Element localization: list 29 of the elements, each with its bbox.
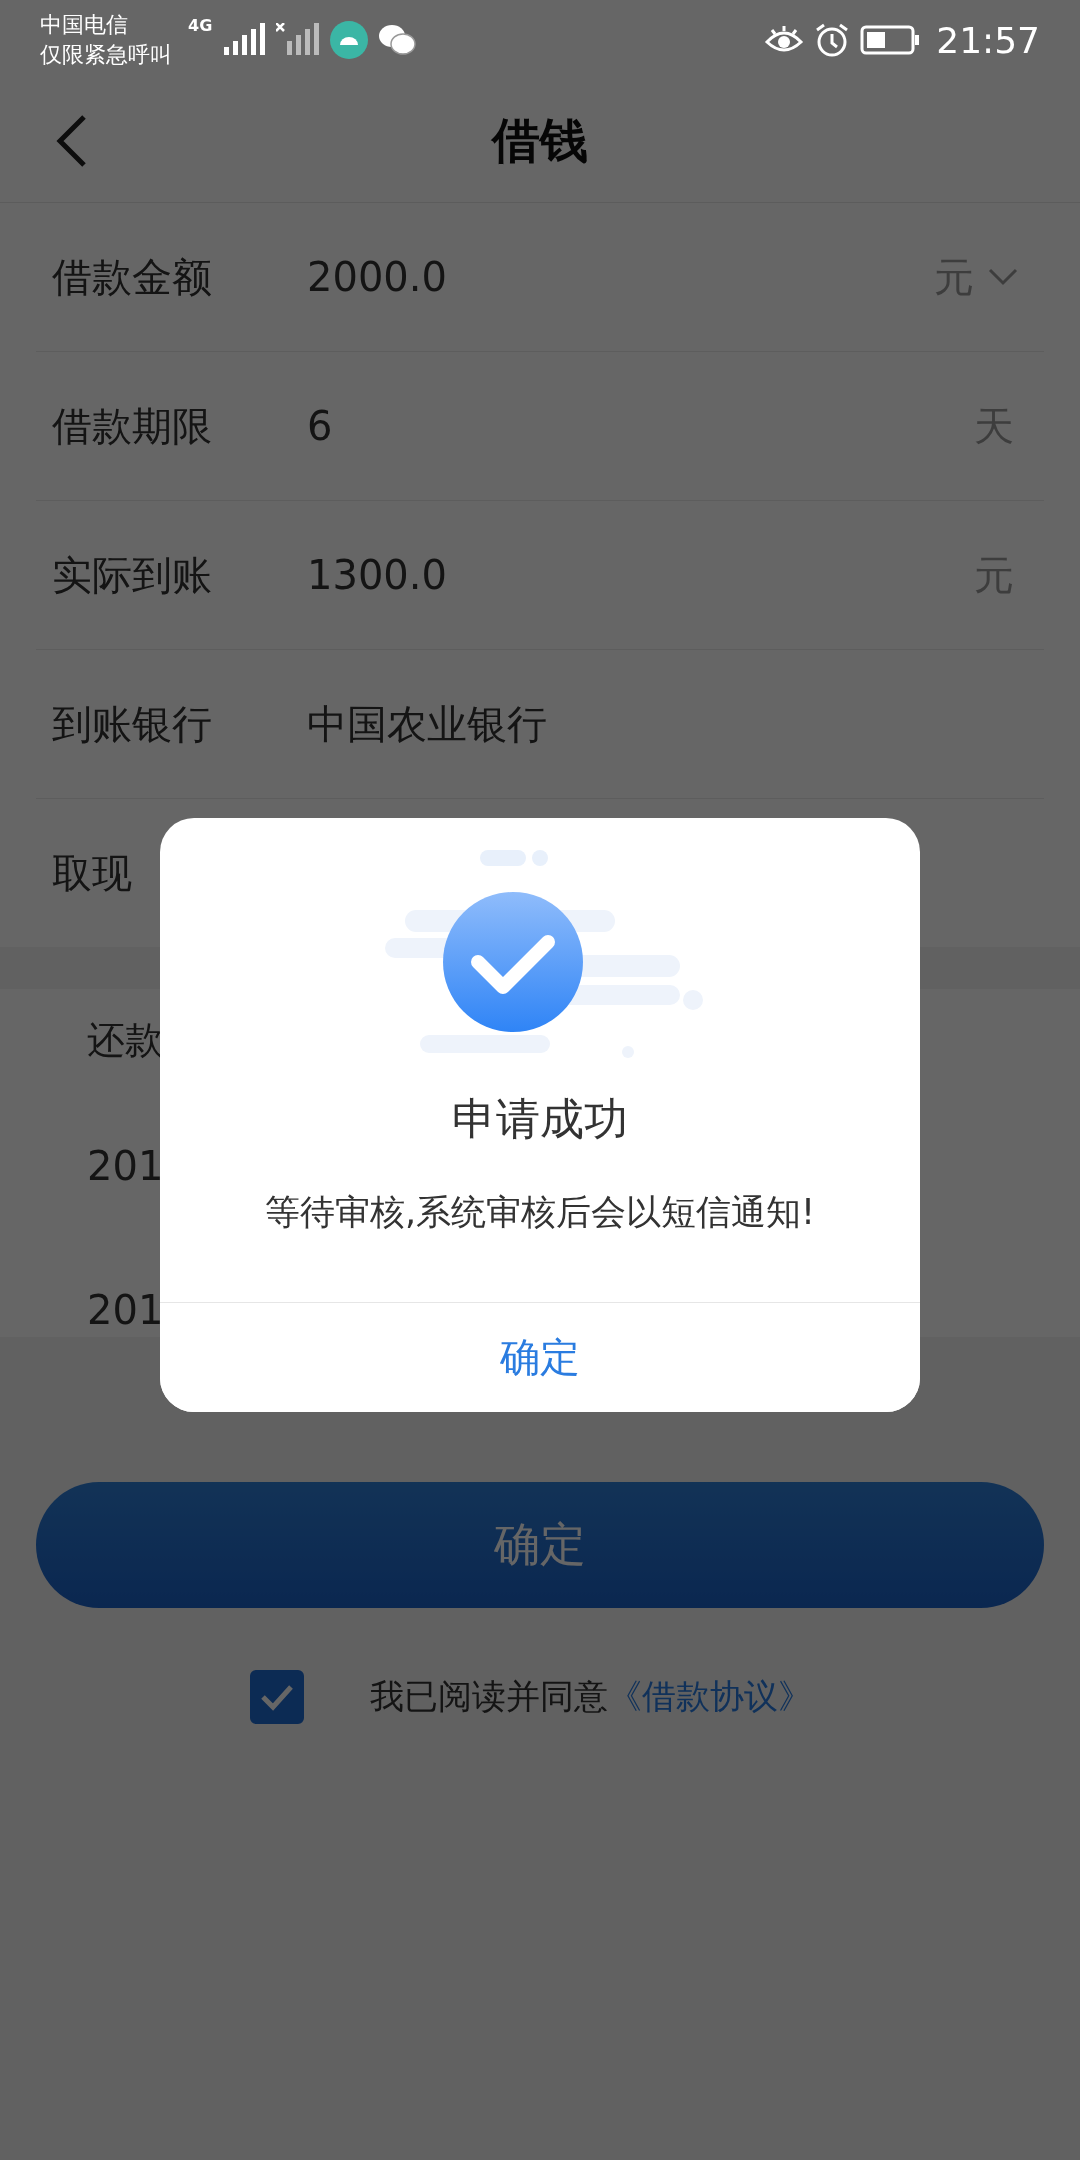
agreement-text: 我已阅读并同意 xyxy=(370,1675,608,1718)
field-label: 实际到账 xyxy=(52,550,213,600)
field-label: 借款金额 xyxy=(52,252,213,302)
section-title: 还款 xyxy=(87,1017,163,1064)
dialog-message: 等待审核,系统审核后会以短信通知! xyxy=(264,1191,816,1234)
checkbox[interactable] xyxy=(250,1670,304,1724)
field-label: 到账银行 xyxy=(52,699,213,749)
field-value: 6 xyxy=(307,403,333,449)
android-icon xyxy=(330,21,369,59)
battery-icon xyxy=(860,25,921,55)
chat-icon xyxy=(378,23,417,57)
field-label: 借款期限 xyxy=(52,401,213,451)
agreement-link[interactable]: 《借款协议》 xyxy=(608,1674,812,1720)
carrier-name: 中国电信 xyxy=(40,11,129,39)
field-label: 取现 xyxy=(52,848,133,898)
repayment-date: 201 xyxy=(87,1142,164,1191)
dialog-confirm-button[interactable]: 确定 xyxy=(160,1302,920,1412)
confirm-button[interactable]: 确定 xyxy=(36,1482,1044,1608)
page-title: 借钱 xyxy=(492,111,588,170)
field-value: 1300.0 xyxy=(307,552,447,598)
signal-icon xyxy=(222,23,267,57)
field-value: 中国农业银行 xyxy=(307,699,547,749)
field-value: 2000.0 xyxy=(307,254,447,300)
network-type: 4G xyxy=(188,16,213,35)
chevron-down-icon[interactable] xyxy=(988,268,1018,286)
carrier-note: 仅限紧急呼叫 xyxy=(40,41,172,69)
dialog-title: 申请成功 xyxy=(452,1092,628,1146)
clock-time: 21:57 xyxy=(936,19,1040,61)
no-signal-icon xyxy=(276,23,321,57)
